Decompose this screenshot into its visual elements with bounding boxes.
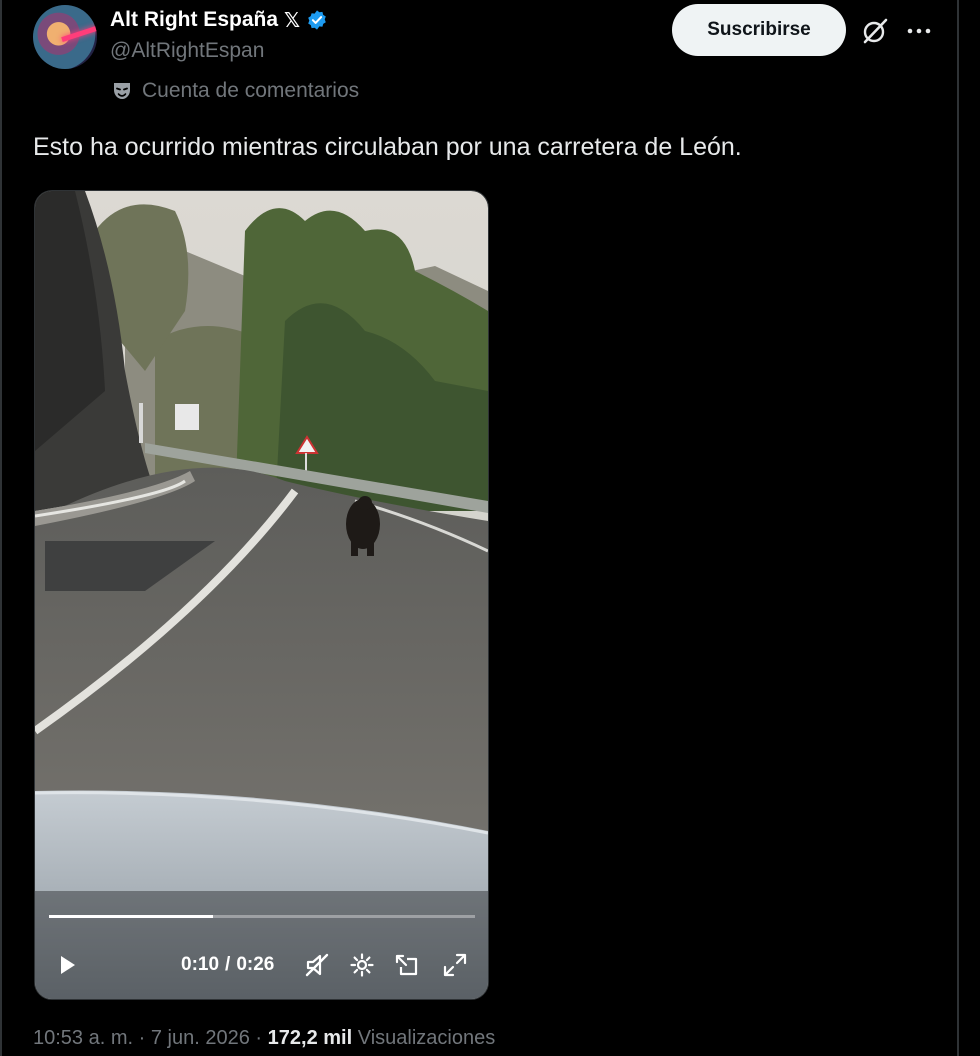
meta-separator: ·	[138, 1027, 146, 1049]
video-controls: 0:10 / 0:26	[35, 931, 488, 999]
verified-badge-icon[interactable]	[306, 9, 328, 31]
left-border	[0, 0, 2, 1056]
tweet-date[interactable]: 7 jun. 2026	[151, 1027, 250, 1049]
video-time: 0:10 / 0:26	[181, 931, 274, 999]
x-badge-icon: 𝕏	[284, 9, 301, 32]
account-handle[interactable]: @AltRightEspan	[110, 39, 264, 63]
settings-button[interactable]	[349, 931, 375, 999]
subscribe-button[interactable]: Suscribirse	[672, 4, 846, 56]
views-count: 172,2 mil	[267, 1027, 353, 1049]
video-progress-fill	[49, 915, 213, 918]
tweet-text: Esto ha ocurrido mientras circulaban por…	[33, 133, 742, 161]
tweet-meta: 10:53 a. m. · 7 jun. 2026 · 172,2 mil Vi…	[33, 1027, 495, 1050]
account-label[interactable]: Cuenta de comentarios	[110, 78, 359, 104]
account-label-text: Cuenta de comentarios	[142, 79, 360, 102]
fullscreen-button[interactable]	[441, 931, 469, 999]
views-label: Visualizaciones	[357, 1027, 496, 1049]
video-player[interactable]: 0:10 / 0:26	[34, 190, 489, 1000]
minimize-player-button[interactable]	[393, 931, 421, 999]
meta-separator: ·	[255, 1027, 263, 1049]
video-time-separator: /	[225, 954, 231, 975]
video-current-time: 0:10	[181, 954, 220, 975]
avatar-laser	[61, 24, 97, 43]
display-name[interactable]: Alt Right España	[110, 8, 278, 32]
video-progress-bar[interactable]	[49, 915, 475, 918]
volume-muted-icon	[305, 953, 329, 977]
grok-icon[interactable]	[860, 16, 890, 46]
tweet-time[interactable]: 10:53 a. m.	[33, 1027, 133, 1049]
gear-icon	[350, 953, 374, 977]
account-name-row: Alt Right España 𝕏	[110, 6, 328, 34]
play-icon	[61, 956, 75, 974]
theater-mask-icon	[114, 83, 130, 99]
avatar[interactable]	[33, 5, 97, 69]
video-frame	[35, 191, 488, 999]
fullscreen-icon	[443, 953, 467, 977]
video-duration: 0:26	[236, 954, 275, 975]
mute-button[interactable]	[303, 931, 331, 999]
right-border	[957, 0, 959, 1056]
more-options-icon[interactable]	[905, 17, 933, 45]
play-button[interactable]	[55, 931, 79, 999]
dock-player-icon	[395, 954, 418, 976]
